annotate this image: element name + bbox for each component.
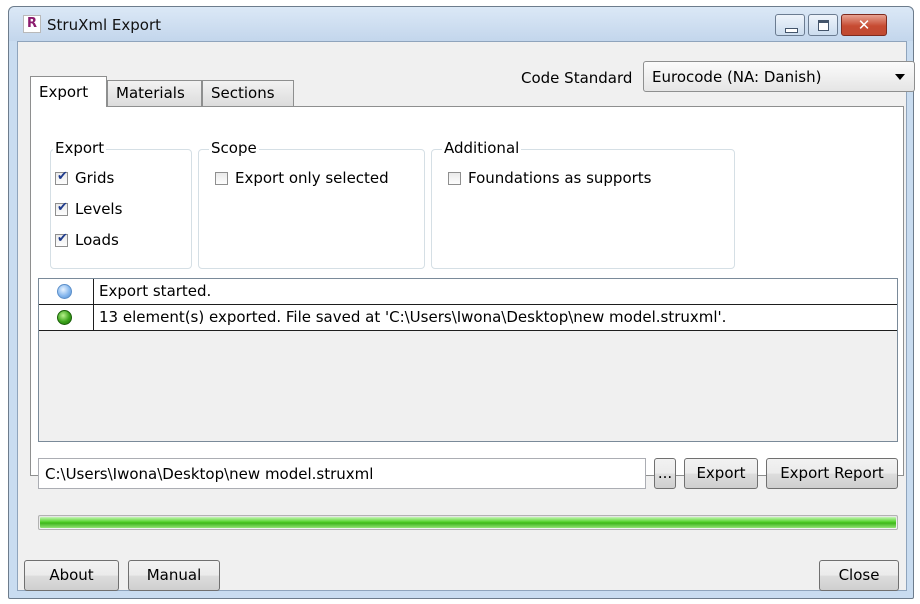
checkmark-icon: ✔ <box>57 231 68 246</box>
checkmark-icon: ✔ <box>57 200 68 215</box>
maximize-icon <box>818 20 829 31</box>
export-log-list[interactable]: Export started. 13 element(s) exported. … <box>38 278 898 442</box>
log-row[interactable]: Export started. <box>39 279 897 305</box>
code-standard-label: Code Standard <box>521 69 633 87</box>
browse-button[interactable]: ... <box>654 458 676 489</box>
foundations-as-supports-checkbox[interactable] <box>448 172 461 185</box>
export-only-selected-checkbox[interactable] <box>215 172 228 185</box>
checkmark-icon: ✔ <box>57 169 68 184</box>
additional-group-title: Additional <box>442 139 522 157</box>
revit-app-icon: R <box>23 15 41 33</box>
log-row[interactable]: 13 element(s) exported. File saved at 'C… <box>39 305 897 331</box>
grids-checkbox-label: Grids <box>75 169 115 187</box>
export-only-selected-label: Export only selected <box>235 169 389 187</box>
progress-fill <box>40 517 896 528</box>
log-message: Export started. <box>99 282 212 300</box>
minimize-icon <box>785 28 798 33</box>
log-message: 13 element(s) exported. File saved at 'C… <box>99 308 727 326</box>
minimize-button[interactable] <box>775 14 805 36</box>
maximize-button[interactable] <box>808 14 838 36</box>
export-group-title: Export <box>53 139 107 157</box>
scope-group-title: Scope <box>209 139 259 157</box>
loads-checkbox[interactable]: ✔ <box>55 231 68 247</box>
tab-sections[interactable]: Sections <box>202 80 294 106</box>
code-standard-select[interactable]: Eurocode (NA: Danish) <box>643 61 915 92</box>
export-group: Export ✔ Grids ✔ Levels ✔ Loads <box>50 139 192 269</box>
tab-sections-label: Sections <box>211 84 275 102</box>
file-path-input[interactable]: C:\Users\Iwona\Desktop\new model.struxml <box>38 458 646 489</box>
window-close-button[interactable]: ✕ <box>841 14 887 36</box>
tab-export-label: Export <box>39 83 89 101</box>
chevron-down-icon <box>895 74 905 80</box>
window-title: StruXml Export <box>47 16 162 34</box>
about-button[interactable]: About <box>24 560 119 591</box>
close-button[interactable]: Close <box>819 560 899 591</box>
tab-export[interactable]: Export <box>30 76 107 107</box>
scope-group: Scope Export only selected <box>198 139 425 269</box>
log-status-cell <box>39 305 94 330</box>
green-success-dot-icon <box>57 310 72 325</box>
levels-checkbox-label: Levels <box>75 200 123 218</box>
foundations-as-supports-label: Foundations as supports <box>468 169 652 187</box>
close-icon: ✕ <box>857 16 871 34</box>
tab-materials-label: Materials <box>116 84 185 102</box>
additional-group: Additional Foundations as supports <box>431 139 735 269</box>
export-report-button[interactable]: Export Report <box>766 458 898 489</box>
levels-checkbox[interactable]: ✔ <box>55 200 68 216</box>
export-button[interactable]: Export <box>684 458 758 489</box>
tab-materials[interactable]: Materials <box>107 80 202 106</box>
log-status-cell <box>39 279 94 304</box>
export-progress-bar <box>38 515 898 530</box>
grids-checkbox[interactable]: ✔ <box>55 169 68 185</box>
manual-button[interactable]: Manual <box>128 560 220 591</box>
title-bar[interactable]: R StruXml Export ✕ <box>9 7 913 41</box>
code-standard-value: Eurocode (NA: Danish) <box>652 68 822 86</box>
blue-info-dot-icon <box>57 284 72 299</box>
loads-checkbox-label: Loads <box>75 231 119 249</box>
